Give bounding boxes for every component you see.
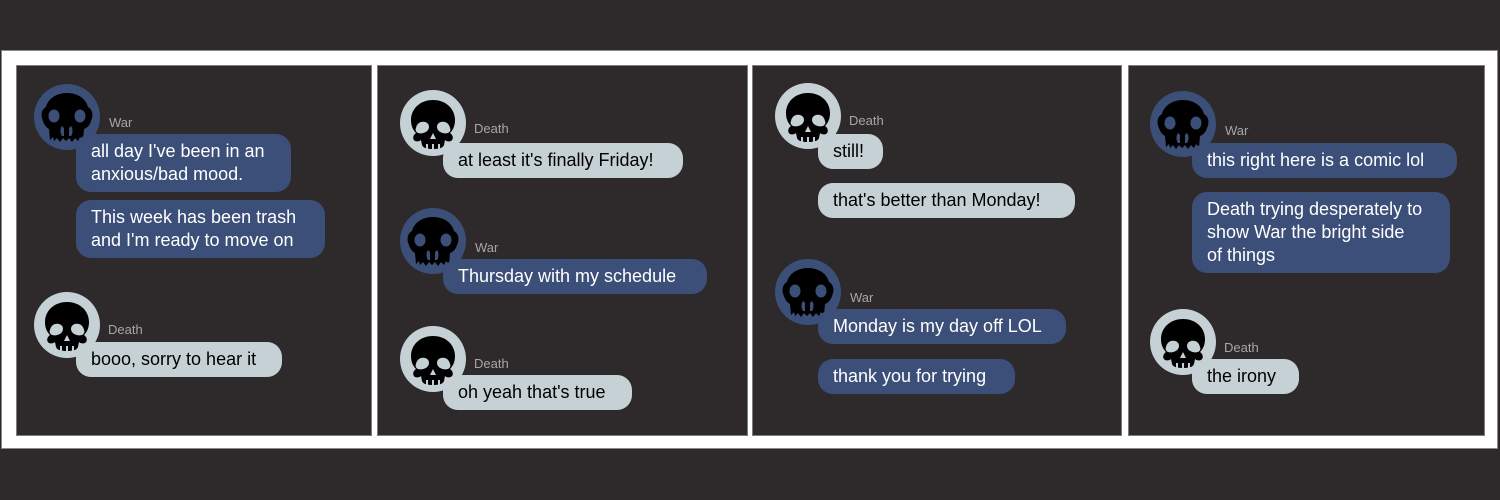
chat-bubble: oh yeah that's true [443,375,632,410]
chat-bubble: that's better than Monday! [818,183,1075,218]
sender-label: Death [108,322,143,337]
chat-bubble: Thursday with my schedule [443,259,707,294]
sender-label: Death [1224,340,1259,355]
chat-bubble: the irony [1192,359,1299,394]
chat-bubble: this right here is a comic lol [1192,143,1457,178]
sender-label: War [475,240,499,255]
sender-label: Death [849,113,884,128]
chat-bubble: thank you for trying [818,359,1015,394]
sender-label: War [850,290,874,305]
chat-bubble: This week has been trash and I'm ready t… [76,200,325,258]
sender-label: War [1225,123,1249,138]
sender-label: Death [474,356,509,371]
chat-bubble: at least it's finally Friday! [443,143,683,178]
sender-label: War [109,115,133,130]
sender-label: Death [474,121,509,136]
chat-bubble: Monday is my day off LOL [818,309,1066,344]
chat-bubble: Death trying desperately to show War the… [1192,192,1450,273]
chat-bubble: still! [818,134,883,169]
chat-bubble: all day I've been in an anxious/bad mood… [76,134,291,192]
chat-bubble: booo, sorry to hear it [76,342,282,377]
